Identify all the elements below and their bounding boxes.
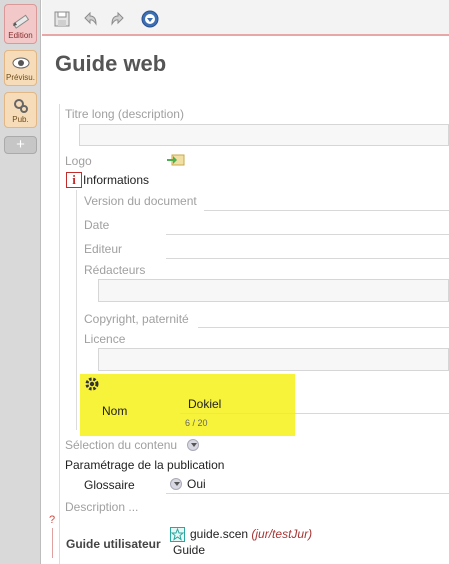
tab-edition-label: Edition [8, 31, 33, 40]
pencil-icon [12, 14, 30, 29]
version-input[interactable] [204, 210, 449, 211]
informations-label: Informations [83, 173, 150, 187]
date-input[interactable] [166, 234, 449, 235]
left-tab-strip: Edition Prévisu. Pub. + [0, 0, 41, 564]
editor-content: Guide web Titre long (description) Logo … [42, 38, 449, 564]
redo-arrow-icon[interactable] [108, 9, 128, 29]
tab-pub-label: Pub. [12, 115, 29, 124]
licence-input[interactable] [98, 348, 449, 371]
titre-long-label: Titre long (description) [65, 107, 184, 121]
toolbar [42, 0, 449, 36]
question-mark-icon: ? [49, 514, 56, 526]
undo-arrow-icon[interactable] [80, 9, 100, 29]
add-tab-button[interactable]: + [4, 136, 37, 154]
glossaire-dropdown-icon[interactable] [170, 478, 182, 490]
floppy-disk-icon[interactable] [52, 9, 72, 29]
guide-marker-line [52, 528, 53, 558]
description-label[interactable]: Description ... [65, 500, 138, 514]
guide-file-name[interactable]: guide.scen [190, 527, 248, 541]
glossaire-value[interactable]: Oui [187, 477, 206, 491]
guide-title: Guide [173, 543, 206, 557]
plus-icon: + [16, 136, 25, 153]
licence-label: Licence [84, 332, 126, 346]
info-icon: i [66, 172, 82, 188]
eye-icon [12, 57, 30, 69]
nom-char-count: 6 / 20 [185, 418, 208, 428]
down-circle-icon[interactable] [140, 9, 160, 29]
tab-pub[interactable]: Pub. [4, 92, 37, 128]
version-label: Version du document [84, 194, 197, 208]
glossaire-line [166, 493, 449, 494]
parametrage-label: Paramétrage de la publication [65, 458, 225, 472]
redacteurs-label: Rédacteurs [84, 263, 146, 277]
guide-file-link[interactable]: guide.scen (jur/testJur) [190, 527, 312, 541]
titre-long-input[interactable] [79, 124, 449, 146]
nom-label: Nom [102, 404, 128, 418]
tab-previsu-label: Prévisu. [6, 73, 35, 82]
logo-label: Logo [65, 154, 92, 168]
selection-dropdown-icon[interactable] [187, 439, 199, 451]
scenario-star-icon[interactable] [170, 527, 185, 542]
redacteurs-input[interactable] [98, 279, 449, 302]
outer-guide-line [59, 104, 60, 564]
copyright-label: Copyright, paternité [84, 312, 189, 326]
publish-gears-icon [14, 99, 28, 113]
nom-value[interactable]: Dokiel [188, 397, 221, 411]
selection-label: Sélection du contenu [65, 438, 178, 452]
date-label: Date [84, 218, 110, 232]
insert-image-icon[interactable] [167, 153, 185, 167]
nom-input[interactable] [180, 413, 449, 414]
editeur-label: Editeur [84, 242, 123, 256]
guide-file-path: (jur/testJur) [251, 527, 313, 541]
guide-utilisateur-label: Guide utilisateur [66, 537, 161, 551]
tab-edition[interactable]: Edition [4, 4, 37, 44]
copyright-input[interactable] [198, 327, 449, 328]
glossaire-label: Glossaire [84, 478, 135, 492]
tab-previsu[interactable]: Prévisu. [4, 50, 37, 86]
gear-icon[interactable] [84, 376, 100, 392]
page-title: Guide web [55, 51, 167, 76]
editeur-input[interactable] [166, 258, 449, 259]
inner-guide-line [76, 190, 77, 430]
